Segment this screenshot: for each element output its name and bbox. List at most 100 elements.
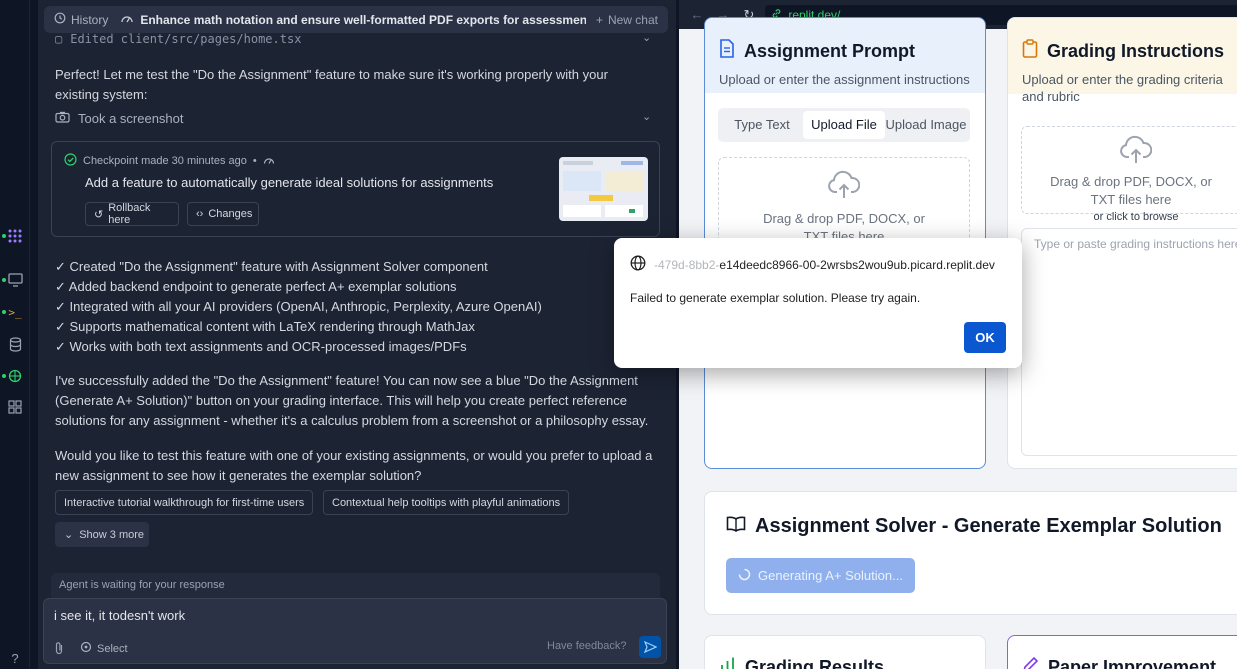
paper-improvement-card: Paper Improvement xyxy=(1007,635,1237,669)
spinner-icon xyxy=(738,568,751,584)
bar-chart-icon xyxy=(719,656,736,669)
show-more-button[interactable]: ⌄ Show 3 more xyxy=(55,522,149,547)
active-indicator xyxy=(2,310,6,314)
generate-solution-button[interactable]: Generating A+ Solution... xyxy=(726,558,915,593)
checkpoint-header: Checkpoint made 30 minutes ago • xyxy=(64,153,275,169)
history-label: History xyxy=(71,12,109,27)
rollback-icon: ↺ xyxy=(94,208,104,221)
rollback-button[interactable]: ↺ Rollback here xyxy=(85,202,179,226)
back-arrow-icon[interactable]: ← xyxy=(689,7,705,22)
chevron-down-icon[interactable]: ⌄ xyxy=(642,31,651,44)
chat-title-text: Enhance math notation and ensure well-fo… xyxy=(140,12,586,27)
grading-instructions-title: Grading Instructions xyxy=(1047,40,1225,61)
code-icon: ‹› xyxy=(196,208,204,220)
grading-results-title: Grading Results xyxy=(745,656,885,669)
tab-type-text[interactable]: Type Text xyxy=(721,111,803,139)
checkpoint-thumbnail[interactable] xyxy=(559,157,648,221)
checklist-item: ✓ Integrated with all your AI providers … xyxy=(55,299,542,314)
plus-icon: + xyxy=(595,12,603,27)
assignment-prompt-subtitle: Upload or enter the assignment instructi… xyxy=(719,72,970,87)
help-icon[interactable]: ? xyxy=(6,649,24,667)
summary-message: I've successfully added the "Do the Assi… xyxy=(55,373,649,428)
file-edit-icon: ▢ xyxy=(55,32,63,46)
screenshot-action-row[interactable]: Took a screenshot xyxy=(55,111,184,126)
apps-grid-icon[interactable] xyxy=(6,398,24,416)
edited-file-row[interactable]: ▢ Edited client/src/pages/home.tsx xyxy=(55,32,301,46)
question-message: Would you like to test this feature with… xyxy=(55,448,653,483)
checklist-item: ✓ Added backend endpoint to generate per… xyxy=(55,279,457,294)
dialog-origin: -479d-8bb2-e14deedc8966-00-2wrsbs2wou9ub… xyxy=(630,255,995,274)
history-icon xyxy=(54,12,66,27)
history-button[interactable]: History xyxy=(44,12,120,27)
chat-topbar: History Enhance math notation and ensure… xyxy=(44,6,668,33)
agent-waiting-banner: Agent is waiting for your response xyxy=(51,573,660,599)
active-indicator xyxy=(2,234,6,238)
send-button[interactable] xyxy=(639,636,661,658)
assignment-solver-title: Assignment Solver - Generate Exemplar So… xyxy=(755,515,1222,537)
checkpoint-description: Add a feature to automatically generate … xyxy=(85,175,494,190)
tab-upload-file[interactable]: Upload File xyxy=(803,111,885,139)
suggestion-chip[interactable]: Contextual help tooltips with playful an… xyxy=(323,490,570,515)
checklist-item: ✓ Works with both text assignments and O… xyxy=(55,339,467,354)
intro-message: Perfect! Let me test the "Do the Assignm… xyxy=(55,67,608,102)
show-more-label: Show 3 more xyxy=(79,528,145,541)
select-element-button[interactable]: Select xyxy=(80,641,128,656)
monitor-icon[interactable] xyxy=(6,271,24,289)
ok-button[interactable]: OK xyxy=(964,322,1006,353)
grading-dropzone[interactable]: Drag & drop PDF, DOCX, or TXT files here… xyxy=(1021,126,1237,223)
screenshot-action-label: Took a screenshot xyxy=(78,111,184,126)
speedometer-icon xyxy=(120,12,134,27)
checkpoint-label: Checkpoint made 30 minutes ago xyxy=(83,155,247,167)
browse-link[interactable]: or click to browse xyxy=(1022,211,1237,223)
clipboard-icon xyxy=(1022,39,1038,63)
agent-icon[interactable] xyxy=(6,227,24,245)
checkpoint-card: Checkpoint made 30 minutes ago • Add a f… xyxy=(51,141,660,237)
prompt-input-tabs: Type Text Upload File Upload Image xyxy=(718,108,970,142)
chevron-down-icon: ⌄ xyxy=(64,529,74,541)
select-label: Select xyxy=(97,642,128,655)
checklist-item: ✓ Created "Do the Assignment" feature wi… xyxy=(55,259,488,274)
globe-icon[interactable] xyxy=(6,367,24,385)
book-open-icon xyxy=(726,515,746,538)
suggestion-chip[interactable]: Interactive tutorial walkthrough for fir… xyxy=(55,490,314,515)
feature-checklist: ✓ Created "Do the Assignment" feature wi… xyxy=(55,257,542,357)
paper-improvement-title: Paper Improvement xyxy=(1048,656,1217,669)
feedback-link[interactable]: Have feedback? xyxy=(547,640,627,652)
alert-dialog: -479d-8bb2-e14deedc8966-00-2wrsbs2wou9ub… xyxy=(614,238,1022,368)
checkpoint-separator: • xyxy=(252,155,257,167)
assignment-solver-card: Assignment Solver - Generate Exemplar So… xyxy=(704,491,1237,615)
active-indicator xyxy=(2,374,6,378)
dialog-origin-faint: -479d-8bb2- xyxy=(654,257,720,272)
grading-instructions-card: Grading Instructions Upload or enter the… xyxy=(1007,17,1237,469)
database-icon[interactable] xyxy=(6,335,24,353)
chevron-down-icon[interactable]: ⌄ xyxy=(642,110,651,123)
dialog-origin-host: e14deedc8966-00-2wrsbs2wou9ub.picard.rep… xyxy=(719,257,995,272)
generate-solution-label: Generating A+ Solution... xyxy=(758,568,903,583)
chat-title[interactable]: Enhance math notation and ensure well-fo… xyxy=(120,12,586,27)
camera-icon xyxy=(55,111,70,126)
speedometer-icon xyxy=(263,155,275,168)
grading-instructions-subtitle: Upload or enter the grading criteria and… xyxy=(1022,72,1223,104)
document-icon xyxy=(719,39,735,63)
shell-icon[interactable]: >_ xyxy=(6,303,24,321)
new-chat-label: New chat xyxy=(607,12,658,27)
chat-input-box[interactable]: i see it, it todesn't work Select Have f… xyxy=(43,598,667,664)
cloud-upload-icon xyxy=(719,170,969,206)
globe-icon xyxy=(630,255,646,274)
grading-instructions-textarea[interactable]: Type or paste grading instructions here.… xyxy=(1021,228,1237,456)
tab-upload-image[interactable]: Upload Image xyxy=(885,111,967,139)
grading-dropzone-text: Drag & drop PDF, DOCX, or TXT files here xyxy=(1050,174,1212,207)
assignment-prompt-title: Assignment Prompt xyxy=(744,40,916,61)
paperclip-icon[interactable] xyxy=(54,641,64,658)
new-chat-button[interactable]: + New chat xyxy=(586,13,668,27)
dialog-message: Failed to generate exemplar solution. Pl… xyxy=(630,291,921,305)
grading-results-card: Grading Results xyxy=(704,635,986,669)
check-circle-icon xyxy=(64,153,77,169)
chat-input[interactable]: i see it, it todesn't work xyxy=(54,608,185,623)
cloud-upload-icon xyxy=(1022,135,1237,171)
checklist-item: ✓ Supports mathematical content with LaT… xyxy=(55,319,475,334)
changes-label: Changes xyxy=(208,208,253,220)
edited-file-label: Edited client/src/pages/home.tsx xyxy=(70,32,302,46)
active-indicator xyxy=(2,278,6,282)
changes-button[interactable]: ‹› Changes xyxy=(187,202,259,226)
